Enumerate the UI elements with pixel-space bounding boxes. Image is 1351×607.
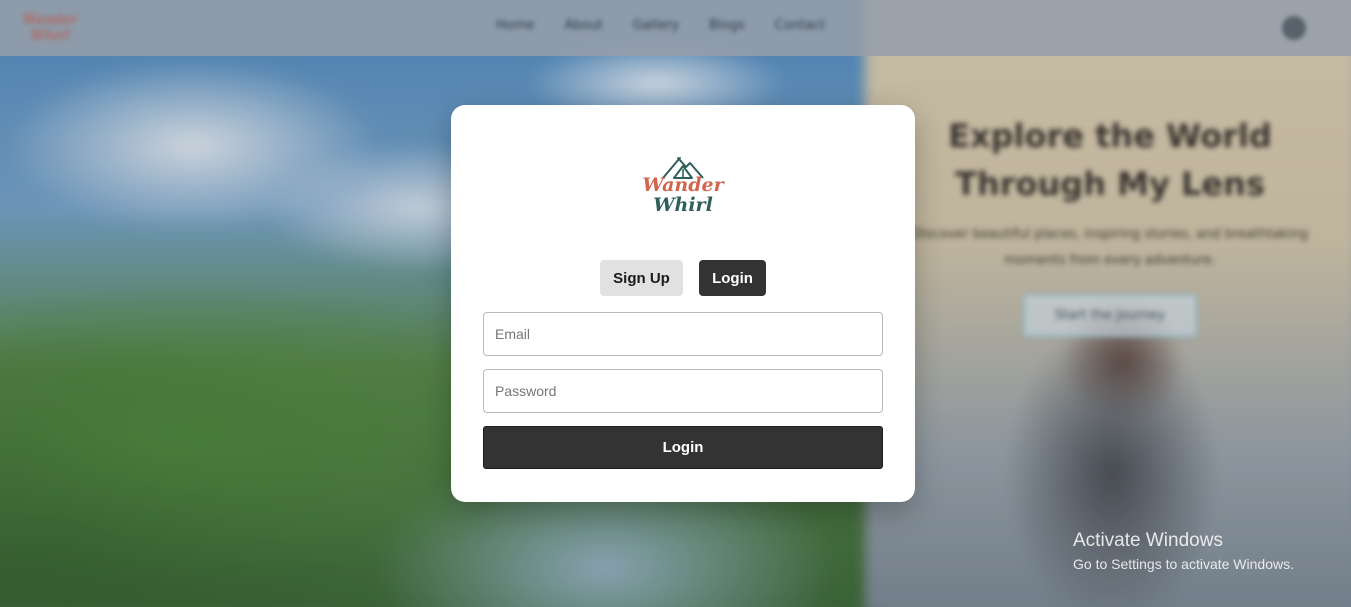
logo-word-whirl: Whirl bbox=[653, 194, 713, 216]
user-icon[interactable] bbox=[1282, 16, 1306, 40]
watermark-title: Activate Windows bbox=[1073, 530, 1223, 551]
hero-cta-button[interactable]: Start the Journey bbox=[1022, 294, 1198, 337]
email-field[interactable] bbox=[483, 312, 883, 356]
navbar-links: Home About Gallery Blogs Contact bbox=[496, 18, 825, 33]
hero-section: Explore the World Through My Lens Discov… bbox=[910, 112, 1310, 337]
tab-login[interactable]: Login bbox=[699, 260, 766, 296]
brand-logo: Wander Whirl bbox=[638, 153, 728, 219]
login-submit-button[interactable]: Login bbox=[483, 426, 883, 469]
navbar-logo[interactable]: Wander Whirl bbox=[22, 12, 78, 46]
password-field[interactable] bbox=[483, 369, 883, 413]
watermark-subtitle: Go to Settings to activate Windows. bbox=[1073, 556, 1294, 572]
hero-subtitle: Discover beautiful places, inspiring sto… bbox=[911, 227, 1309, 268]
auth-tabs: Sign Up Login bbox=[600, 260, 766, 296]
nav-link-blogs[interactable]: Blogs bbox=[709, 18, 745, 33]
tab-signup[interactable]: Sign Up bbox=[600, 260, 683, 296]
hero-title: Explore the World Through My Lens bbox=[948, 117, 1272, 203]
top-navbar: Wander Whirl Home About Gallery Blogs Co… bbox=[0, 0, 1351, 56]
nav-link-contact[interactable]: Contact bbox=[775, 18, 826, 33]
nav-link-gallery[interactable]: Gallery bbox=[633, 18, 679, 33]
windows-activation-watermark: Activate Windows Go to Settings to activ… bbox=[1073, 530, 1294, 574]
nav-link-home[interactable]: Home bbox=[496, 18, 534, 33]
nav-link-about[interactable]: About bbox=[564, 18, 602, 33]
logo-word-wander: Wander bbox=[642, 174, 724, 196]
login-modal: Wander Whirl Sign Up Login Login bbox=[451, 105, 915, 502]
